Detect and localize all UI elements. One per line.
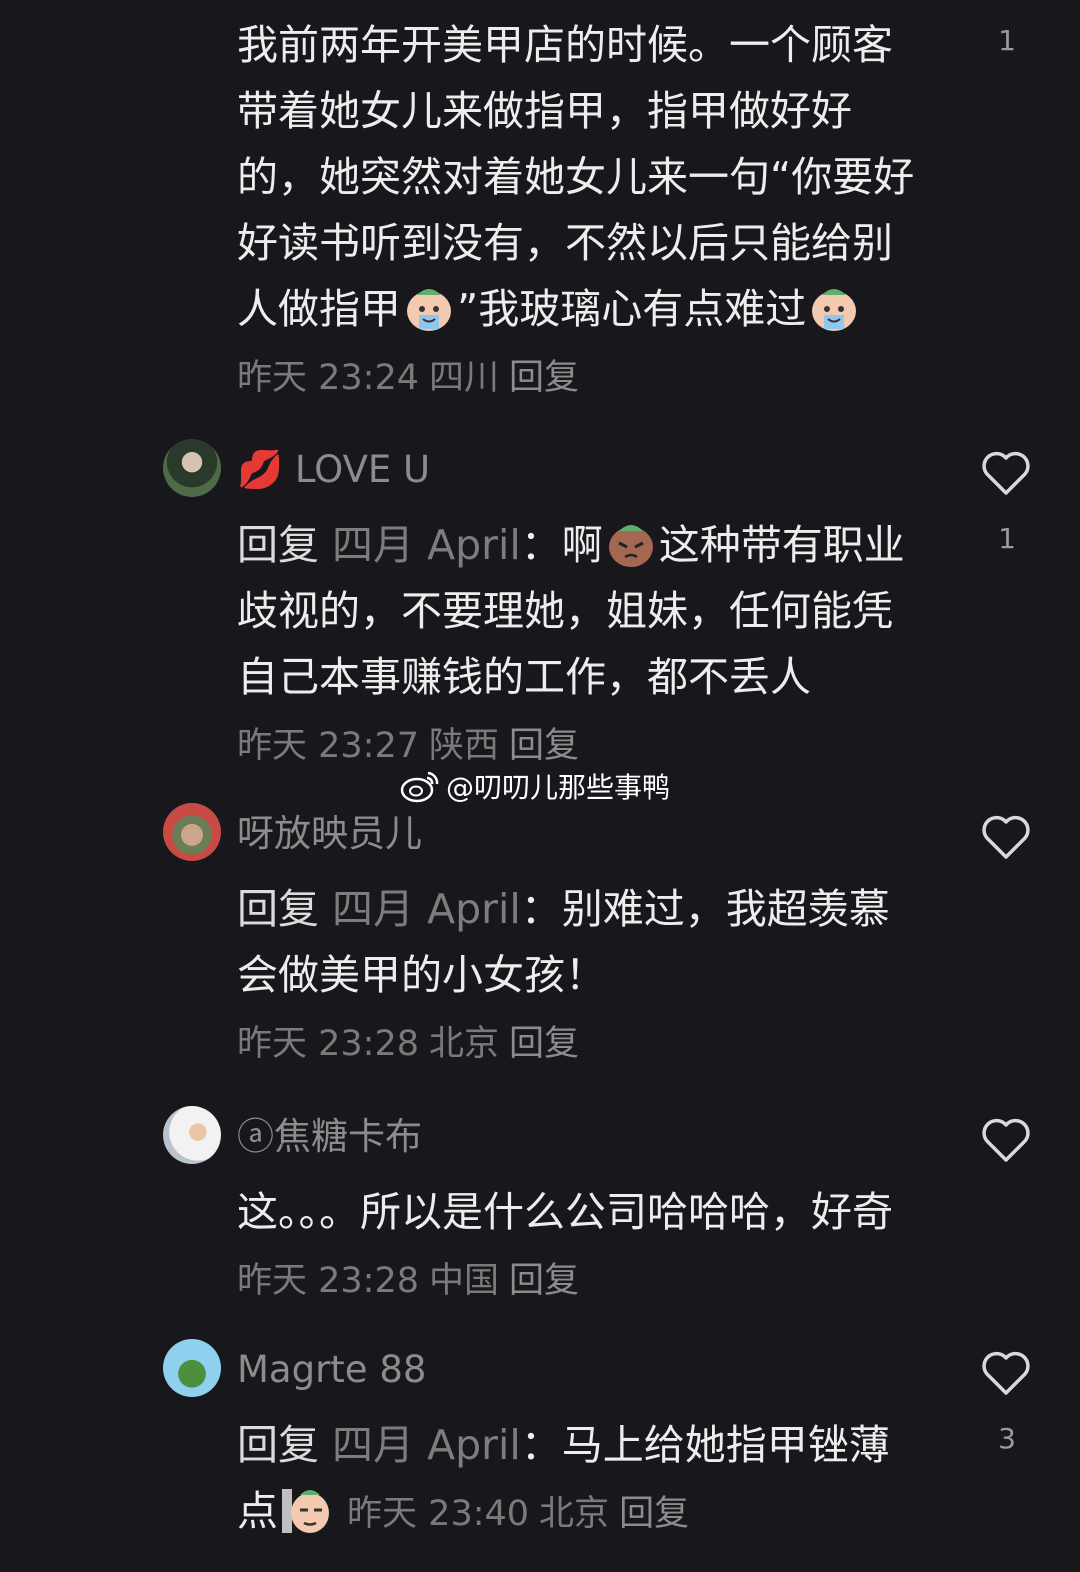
like-count: 1 bbox=[998, 522, 1016, 555]
username-text: 呀放映员儿 bbox=[237, 812, 422, 855]
comment-time: 昨天 23:28 bbox=[237, 1261, 419, 1301]
reply-button[interactable]: 回复 bbox=[509, 358, 579, 398]
comment-body: 我前两年开美甲店的时候。一个顾客带着她女儿来做指甲，指甲做好好的，她突然对着她女… bbox=[237, 12, 927, 411]
comment-meta: 昨天 23:40 北京 回复 bbox=[347, 1494, 699, 1534]
comment-meta: 昨天 23:28 中国 回复 bbox=[237, 1261, 589, 1301]
smug-emoji-icon bbox=[282, 1489, 329, 1533]
comment-meta: 昨天 23:28 北京 回复 bbox=[237, 1024, 589, 1064]
comment-body: 这。。。所以是什么公司哈哈哈，好奇 昨天 23:28 中国 回复 bbox=[237, 1179, 927, 1314]
comment-time: 昨天 23:28 bbox=[237, 1024, 419, 1064]
comment-username[interactable]: 呀放映员儿 bbox=[237, 812, 422, 856]
reply-button[interactable]: 回复 bbox=[509, 1024, 579, 1064]
comment-time: 昨天 23:24 bbox=[237, 358, 419, 398]
username-text: ⓐ焦糖卡布 bbox=[237, 1115, 422, 1158]
reply-target[interactable]: 四月 April bbox=[332, 885, 521, 933]
comment-username[interactable]: 💋 LOVE U bbox=[237, 448, 430, 492]
reply-prefix: 回复 bbox=[237, 521, 319, 569]
comment-time: 昨天 23:40 bbox=[347, 1494, 530, 1534]
reply-prefix: 回复 bbox=[237, 1421, 319, 1469]
comment-username[interactable]: ⓐ焦糖卡布 bbox=[237, 1115, 422, 1159]
comment-body: 回复 四月 April：啊 这种带有职业歧视的，不要理她，姐妹，任何能凭自己本事赚… bbox=[237, 512, 927, 779]
comment-location: 四川 bbox=[429, 358, 500, 398]
username-text: 💋 LOVE U bbox=[237, 448, 431, 491]
weibo-icon bbox=[400, 771, 439, 803]
username-text: Magrte 88 bbox=[237, 1348, 427, 1391]
watermark: @叨叨儿那些事鸭 bbox=[400, 766, 670, 806]
heart-icon[interactable] bbox=[980, 813, 1032, 861]
heart-icon[interactable] bbox=[980, 1116, 1032, 1164]
comment-location: 中国 bbox=[429, 1261, 500, 1301]
comment-text: 这。。。所以是什么公司哈哈哈，好奇 bbox=[237, 1188, 893, 1236]
heart-icon[interactable] bbox=[980, 1349, 1032, 1397]
comment-meta: 昨天 23:27 陕西 回复 bbox=[237, 726, 589, 766]
comment-username[interactable]: Magrte 88 bbox=[237, 1348, 426, 1392]
comment-location: 北京 bbox=[539, 1494, 610, 1534]
avatar[interactable] bbox=[163, 803, 221, 861]
reply-button[interactable]: 回复 bbox=[509, 1261, 579, 1301]
crying-emoji-icon bbox=[407, 289, 451, 331]
watermark-text: @叨叨儿那些事鸭 bbox=[446, 771, 671, 804]
comment-meta: 昨天 23:24 四川 回复 bbox=[237, 358, 589, 398]
heart-icon[interactable] bbox=[980, 449, 1032, 497]
comment-location: 北京 bbox=[429, 1024, 500, 1064]
reply-prefix: 回复 bbox=[237, 885, 319, 933]
comment-body: 回复 四月 April：别难过，我超羡慕会做美甲的小女孩！ 昨天 23:28 北京… bbox=[237, 876, 927, 1077]
crying-emoji-icon bbox=[812, 289, 857, 331]
avatar[interactable] bbox=[163, 1339, 221, 1397]
like-count: 1 bbox=[998, 24, 1016, 57]
reply-button[interactable]: 回复 bbox=[619, 1494, 689, 1534]
comment-text-head: ：啊 bbox=[520, 521, 603, 569]
like-count: 3 bbox=[998, 1422, 1016, 1455]
reply-button[interactable]: 回复 bbox=[509, 726, 579, 766]
comment-body: 回复 四月 April：马上给她指甲锉薄点 昨天 23:40 北京 回复 bbox=[237, 1412, 927, 1547]
comment-text-tail: ”我玻璃心有点难过 bbox=[457, 285, 807, 333]
avatar[interactable] bbox=[163, 439, 221, 497]
comment-location: 陕西 bbox=[429, 726, 500, 766]
annoyed-emoji-icon bbox=[608, 525, 653, 567]
avatar[interactable] bbox=[163, 1106, 221, 1164]
comment-time: 昨天 23:27 bbox=[237, 726, 419, 766]
reply-target[interactable]: 四月 April bbox=[332, 521, 521, 569]
reply-target[interactable]: 四月 April bbox=[332, 1421, 521, 1469]
